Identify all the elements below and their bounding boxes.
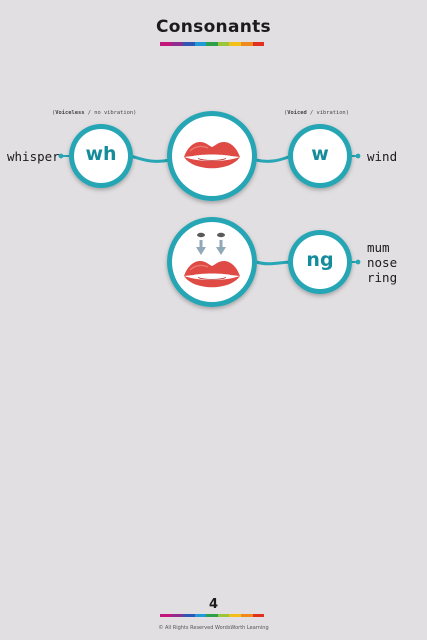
word-wind: wind bbox=[367, 149, 398, 164]
word-nose: nose bbox=[367, 255, 398, 270]
rainbow-segment bbox=[171, 614, 184, 617]
rainbow-segment bbox=[160, 614, 172, 617]
rainbow-segment bbox=[217, 614, 230, 617]
rainbow-bar-bottom bbox=[160, 614, 265, 617]
rainbow-segment bbox=[206, 614, 218, 617]
sound-ng: ng bbox=[306, 249, 334, 271]
sound-diagram bbox=[58, 111, 361, 307]
page-number: 4 bbox=[208, 597, 219, 612]
word-mum: mum bbox=[367, 240, 390, 255]
connector-dot bbox=[355, 153, 361, 159]
rainbow-segment bbox=[240, 614, 253, 617]
rainbow-segment bbox=[229, 614, 241, 617]
voiceless-note: (Voiceless / no vibration) bbox=[52, 110, 137, 116]
sound-wh: wh bbox=[85, 143, 117, 165]
connector-dot bbox=[355, 259, 361, 265]
sound-w: w bbox=[311, 143, 329, 165]
copyright-text: © All Rights Reserved WordsWorth Learnin… bbox=[158, 625, 269, 631]
rainbow-segment bbox=[194, 614, 207, 617]
voiced-note: (Voiced / vibration) bbox=[284, 110, 349, 116]
bubble-lips-nose bbox=[167, 217, 257, 307]
connector-line bbox=[129, 154, 171, 163]
connector-line bbox=[255, 154, 293, 163]
word-ring: ring bbox=[367, 270, 398, 285]
rainbow-segment bbox=[183, 614, 195, 617]
connector-line bbox=[255, 260, 293, 266]
rainbow-segment bbox=[252, 614, 265, 617]
word-whisper: whisper bbox=[7, 149, 60, 164]
word-list: mum nose ring bbox=[367, 240, 397, 285]
